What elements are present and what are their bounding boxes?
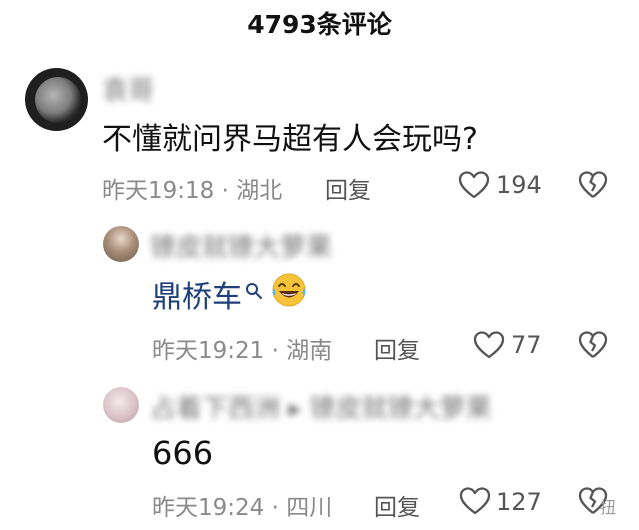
- heart-outline-icon[interactable]: [458, 170, 490, 200]
- like-count: 194: [496, 171, 542, 199]
- username[interactable]: 占着下西洲 ▸ 镣皮就镣大萝果: [150, 388, 492, 425]
- comment-text: 不懂就问界马超有人会玩吗?: [102, 122, 478, 157]
- reply-text: 666: [152, 434, 214, 472]
- reply-button[interactable]: 回复: [374, 488, 420, 522]
- avatar[interactable]: [103, 226, 139, 262]
- comment-count-title: 4793条评论: [247, 10, 392, 39]
- like-count: 77: [511, 331, 542, 359]
- watermark: 扭: [600, 498, 617, 517]
- heart-outline-icon[interactable]: [473, 330, 505, 360]
- laughing-tears-emoji: [272, 273, 306, 307]
- reply-text-link[interactable]: 鼎桥车: [152, 272, 242, 316]
- broken-heart-icon[interactable]: [578, 170, 608, 200]
- reply-meta: 昨天19:24 · 四川: [152, 495, 333, 521]
- reply-button[interactable]: 回复: [374, 331, 420, 365]
- avatar[interactable]: [25, 68, 88, 131]
- reply-meta: 昨天19:21 · 湖南: [152, 338, 333, 364]
- reply-button[interactable]: 回复: [325, 171, 371, 205]
- search-icon[interactable]: [245, 282, 263, 300]
- heart-outline-icon[interactable]: [459, 486, 491, 516]
- username[interactable]: 镣皮就镣大萝果: [150, 227, 332, 264]
- comment-meta: 昨天19:18 · 湖北: [102, 178, 283, 204]
- like-count: 127: [496, 488, 542, 516]
- username[interactable]: 袁哥: [102, 70, 154, 107]
- avatar[interactable]: [103, 387, 139, 423]
- broken-heart-icon[interactable]: [578, 330, 608, 360]
